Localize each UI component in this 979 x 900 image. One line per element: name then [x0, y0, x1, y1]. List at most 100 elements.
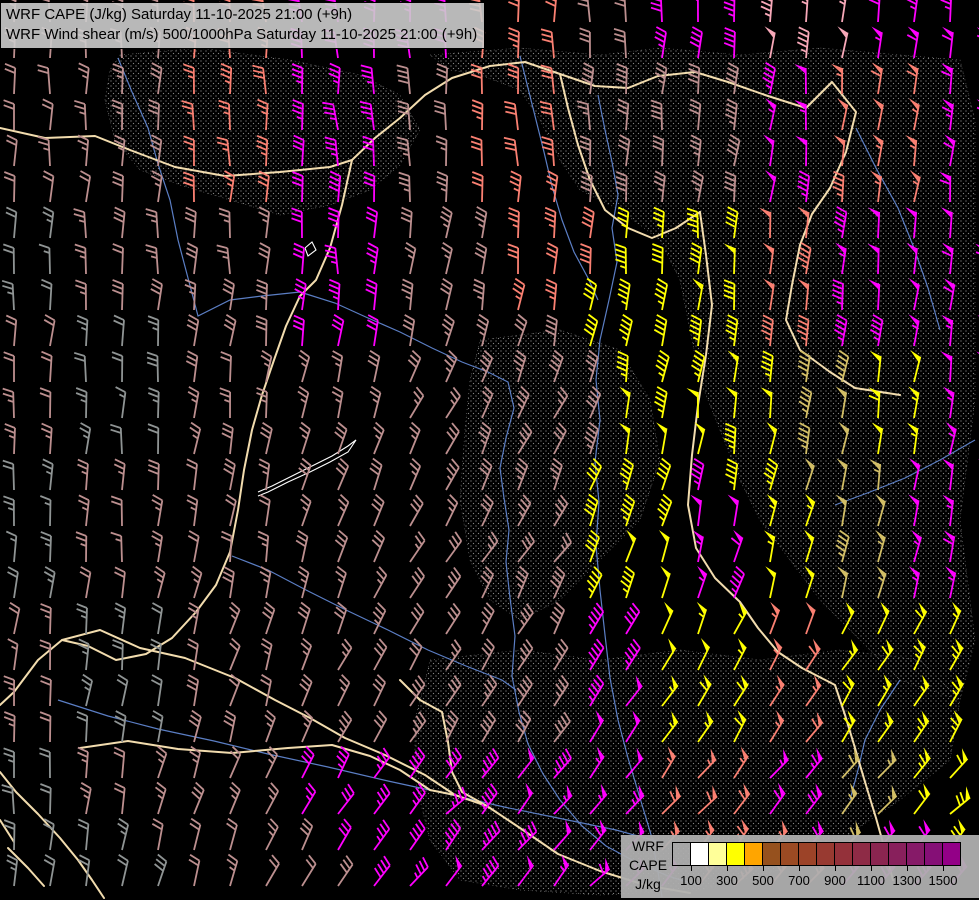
legend-color-box [889, 843, 907, 865]
legend-color-scale [672, 842, 961, 866]
wind-barb [508, 208, 519, 238]
wind-barb [6, 532, 16, 563]
wind-barb [115, 567, 125, 598]
wind-barb [188, 387, 198, 418]
wind-barb [188, 639, 198, 670]
wind-barb [187, 315, 198, 346]
wind-barb [442, 315, 454, 347]
wind-barb [338, 495, 348, 526]
wind-barb [373, 675, 385, 706]
legend-color-box [853, 843, 871, 865]
wind-barb [188, 531, 198, 562]
wind-barb [148, 316, 158, 346]
wind-barb [687, 0, 698, 22]
wind-barb [40, 388, 50, 418]
legend-color-box [925, 843, 943, 865]
wind-barb [765, 566, 775, 598]
wind-barb [546, 243, 557, 274]
legend-color-box [835, 843, 853, 865]
wind-barb [261, 675, 271, 706]
wind-barb [332, 387, 342, 418]
legend-color-box [727, 843, 745, 865]
wind-barb [40, 712, 50, 742]
wind-barb [192, 783, 204, 815]
wind-barb [42, 459, 52, 490]
wind-barb [40, 604, 50, 634]
wind-barb [74, 101, 86, 130]
wind-barb [372, 495, 384, 527]
wind-barb [950, 748, 968, 778]
wind-barb [770, 602, 779, 634]
wind-barb [185, 208, 196, 238]
wind-barb [110, 425, 122, 454]
wind-barb [117, 675, 127, 706]
wind-barb [151, 675, 161, 706]
wind-barb [152, 603, 162, 634]
wind-barb [446, 568, 460, 599]
wind-barb [79, 855, 90, 886]
wind-barb [374, 567, 386, 598]
wind-barb [300, 819, 312, 850]
wind-barb [230, 639, 240, 671]
wind-barb [907, 0, 918, 22]
wind-barb [227, 855, 237, 887]
wind-barb [4, 712, 14, 742]
wind-barb [148, 424, 158, 454]
wind-barb [410, 459, 420, 490]
wind-barb [40, 496, 50, 526]
wind-barb [403, 315, 414, 346]
wind-barb [118, 819, 128, 850]
wind-barb [434, 101, 446, 130]
wind-barb [43, 819, 53, 850]
wind-barb [227, 819, 237, 850]
wind-barb [261, 639, 271, 670]
wind-barb [80, 423, 90, 454]
wind-barb [75, 280, 86, 310]
legend-label-cape: CAPE [625, 856, 671, 875]
wind-barb [302, 747, 314, 778]
wind-barb [151, 279, 162, 310]
wind-barb [4, 172, 14, 202]
wind-barb [655, 279, 667, 310]
wind-barb [446, 459, 459, 490]
wind-barb [440, 207, 451, 238]
wind-barb [659, 530, 669, 562]
wind-barb [4, 100, 14, 130]
wind-barb [410, 495, 423, 526]
wind-barb [510, 171, 521, 202]
wind-barb [370, 459, 382, 491]
wind-barb [975, 244, 979, 274]
wind-barb [80, 783, 90, 814]
wind-barb [43, 207, 54, 238]
wind-barb [410, 820, 425, 850]
wind-barb [190, 747, 200, 778]
wind-barb [436, 136, 446, 166]
wind-barb [39, 245, 50, 275]
wind-barb [446, 603, 460, 634]
wind-barb [41, 676, 51, 706]
wind-barb [446, 387, 460, 418]
wind-barb [410, 567, 424, 598]
wind-barb [111, 496, 122, 526]
wind-barb [230, 603, 240, 635]
wind-barb [658, 495, 672, 527]
wind-barb [43, 171, 53, 202]
wind-barb [614, 0, 626, 22]
wind-barb [374, 639, 387, 670]
wind-barb [399, 173, 410, 202]
wind-barb [550, 603, 564, 634]
wind-barb [335, 531, 347, 563]
wind-barb [2, 281, 14, 310]
wind-barb [41, 532, 51, 562]
legend-tick-label: 700 [782, 873, 816, 888]
wind-barb [224, 711, 235, 742]
wind-barb [662, 602, 673, 634]
wind-barb [338, 856, 353, 886]
wind-barb [266, 855, 279, 886]
wind-barb [78, 819, 88, 850]
title-line-cape: WRF CAPE (J/kg) Saturday 11-10-2025 21:0… [6, 5, 477, 25]
wind-barb [580, 244, 591, 274]
legend-tick-label: 500 [746, 873, 780, 888]
legend-tick-label: 300 [710, 873, 744, 888]
wind-barb [660, 566, 670, 598]
